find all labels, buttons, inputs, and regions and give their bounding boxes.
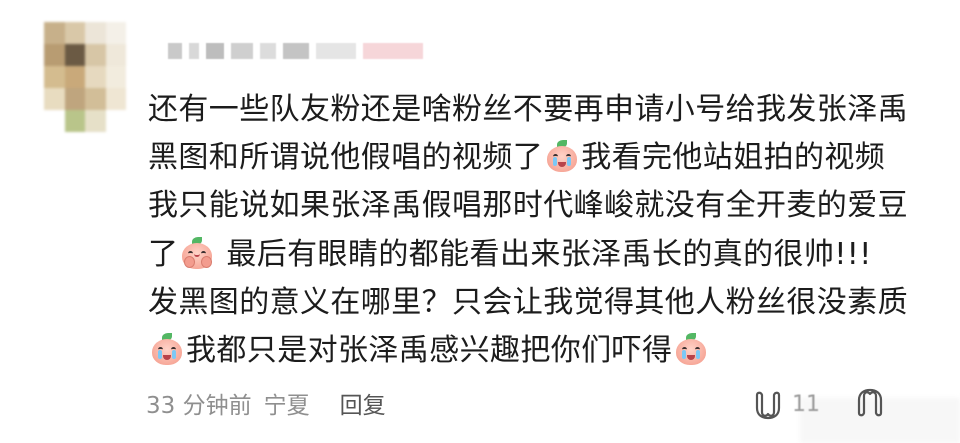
- comment-meta: 33 分钟前 宁夏 回复: [146, 386, 386, 420]
- comment-text: 还有一些队友粉还是啥粉丝不要再申请小号给我发张泽禹 黑图和所谓说他假唱的视频了我…: [148, 86, 948, 375]
- comment-text-segment: 黑图和所谓说他假唱的视频了: [148, 140, 544, 176]
- like-count: 11: [792, 391, 820, 417]
- comment-time: 33 分钟前: [146, 393, 252, 419]
- comment-text-segment: 发黑图的意义在哪里？只会让我觉得其他人粉丝很没素质: [148, 284, 908, 320]
- comment-text-segment: 我只能说如果张泽禹假唱那时代峰峻就没有全开麦的爱豆: [148, 188, 908, 224]
- pleading-emoji: [180, 236, 214, 269]
- like-icon[interactable]: [752, 388, 784, 420]
- comment-actions: 11: [752, 380, 960, 428]
- comment-text-segment: 了: [148, 236, 179, 272]
- username-redacted[interactable]: [168, 36, 498, 66]
- crying-emoji: [150, 332, 184, 365]
- comment-line: 黑图和所谓说他假唱的视频了 我看完他站姐拍的视频: [148, 134, 948, 182]
- avatar[interactable]: [44, 22, 126, 132]
- comment-text-segment: 最后有眼睛的都能看出来张泽禹长的真的很帅!!!: [216, 236, 872, 272]
- crying-emoji: [674, 332, 708, 365]
- comment-line: 了 最后有眼睛的都能看出来张泽禹长的真的很帅!!!: [148, 231, 948, 279]
- comment-line: 发黑图的意义在哪里？只会让我觉得其他人粉丝很没素质: [148, 279, 948, 327]
- dislike-icon[interactable]: [854, 388, 886, 420]
- comment-line: 我都只是对张泽禹感兴趣把你们吓得: [148, 327, 948, 375]
- comment-text-segment: 我看完他站姐拍的视频: [581, 140, 886, 176]
- crying-emoji: [545, 140, 579, 173]
- comment-line: 我只能说如果张泽禹假唱那时代峰峻就没有全开麦的爱豆: [148, 182, 948, 230]
- reply-button[interactable]: 回复: [340, 386, 386, 420]
- comment-text-segment: 还有一些队友粉还是啥粉丝不要再申请小号给我发张泽禹: [148, 92, 908, 127]
- comment-text-segment: 我都只是对张泽禹感兴趣把你们吓得: [186, 332, 673, 368]
- comment-location: 宁夏: [263, 393, 310, 419]
- comment-line: 还有一些队友粉还是啥粉丝不要再申请小号给我发张泽禹: [148, 86, 948, 134]
